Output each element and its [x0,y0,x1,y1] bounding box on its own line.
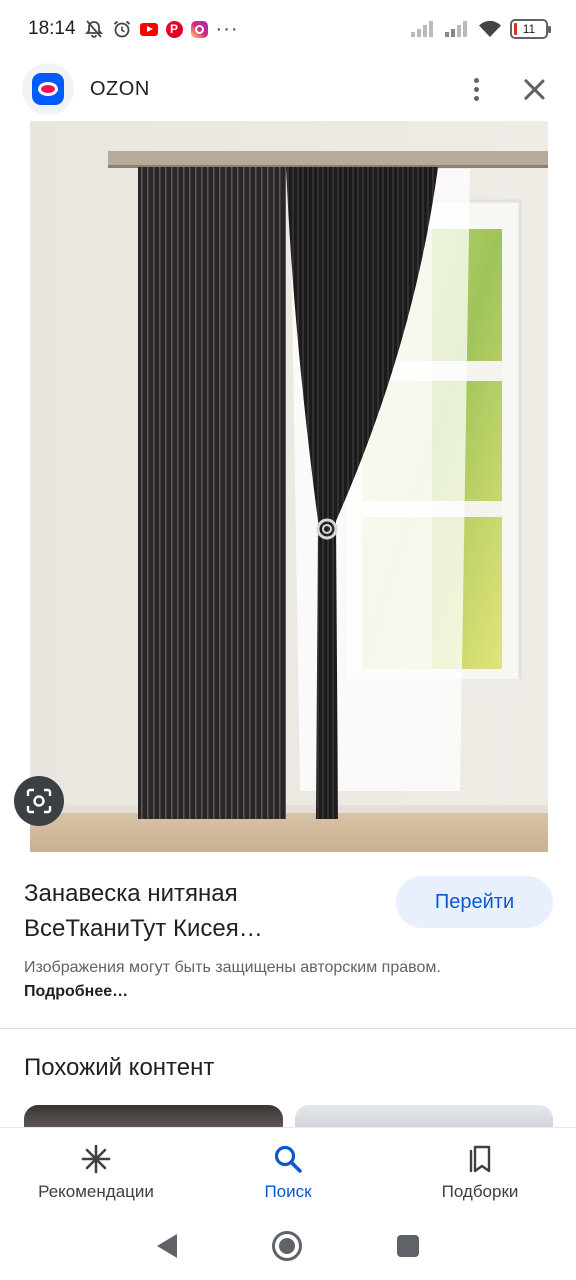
nav-collections[interactable]: Подборки [384,1128,576,1212]
learn-more-link[interactable]: Подробнее… [24,983,128,1000]
signal-icon-2 [444,20,470,38]
asterisk-icon [79,1142,113,1176]
wifi-icon [478,20,502,38]
search-icon [271,1142,305,1176]
pinterest-icon: P [165,20,183,38]
signal-icon [410,20,436,38]
status-time: 18:14 [28,18,76,39]
battery-level [514,23,518,35]
status-bar: 18:14 P ··· 11 [0,0,576,58]
muted-bell-icon [84,19,104,39]
nav-recommendations-label: Рекомендации [38,1182,154,1201]
recent-apps-icon[interactable] [396,1235,419,1257]
home-icon[interactable] [271,1231,302,1261]
instagram-icon [190,20,208,38]
notification-icons: P ··· [84,19,239,39]
app-title: OZON [90,77,150,100]
app-header: OZON [0,58,576,120]
nav-search[interactable]: Поиск [192,1128,384,1212]
bottom-navigation: Рекомендации Поиск Подборки [0,1127,576,1212]
more-options-icon[interactable] [464,77,488,101]
battery-percent: 11 [522,22,536,36]
copyright-notice: Изображения могут быть защищены авторски… [24,956,444,1004]
go-to-site-button[interactable]: Перейти [396,876,553,928]
battery-indicator: 11 [510,19,551,39]
youtube-icon [139,22,158,36]
ozon-logo [22,63,74,115]
ozon-logo-mark [32,73,64,105]
system-status-icons: 11 [410,19,551,39]
related-content-heading: Похожий контент [24,1054,215,1081]
more-notifications-icon: ··· [215,18,239,40]
nav-search-label: Поиск [264,1182,312,1201]
system-navigation-bar [0,1212,576,1280]
back-icon[interactable] [157,1234,178,1258]
close-icon[interactable] [522,77,546,101]
nav-collections-label: Подборки [441,1182,519,1201]
copyright-text: Изображения могут быть защищены авторски… [24,959,441,976]
product-image[interactable] [0,121,576,852]
divider [0,1028,576,1029]
collections-icon [463,1142,497,1176]
curtain-image-illustration [0,121,576,852]
google-lens-button[interactable] [14,776,64,826]
header-actions [464,77,546,101]
alarm-icon [112,19,132,39]
nav-recommendations[interactable]: Рекомендации [0,1128,192,1212]
product-title[interactable]: Занавеска нитяная ВсеТканиТут Кисея… [24,876,364,946]
lens-icon [26,788,52,814]
